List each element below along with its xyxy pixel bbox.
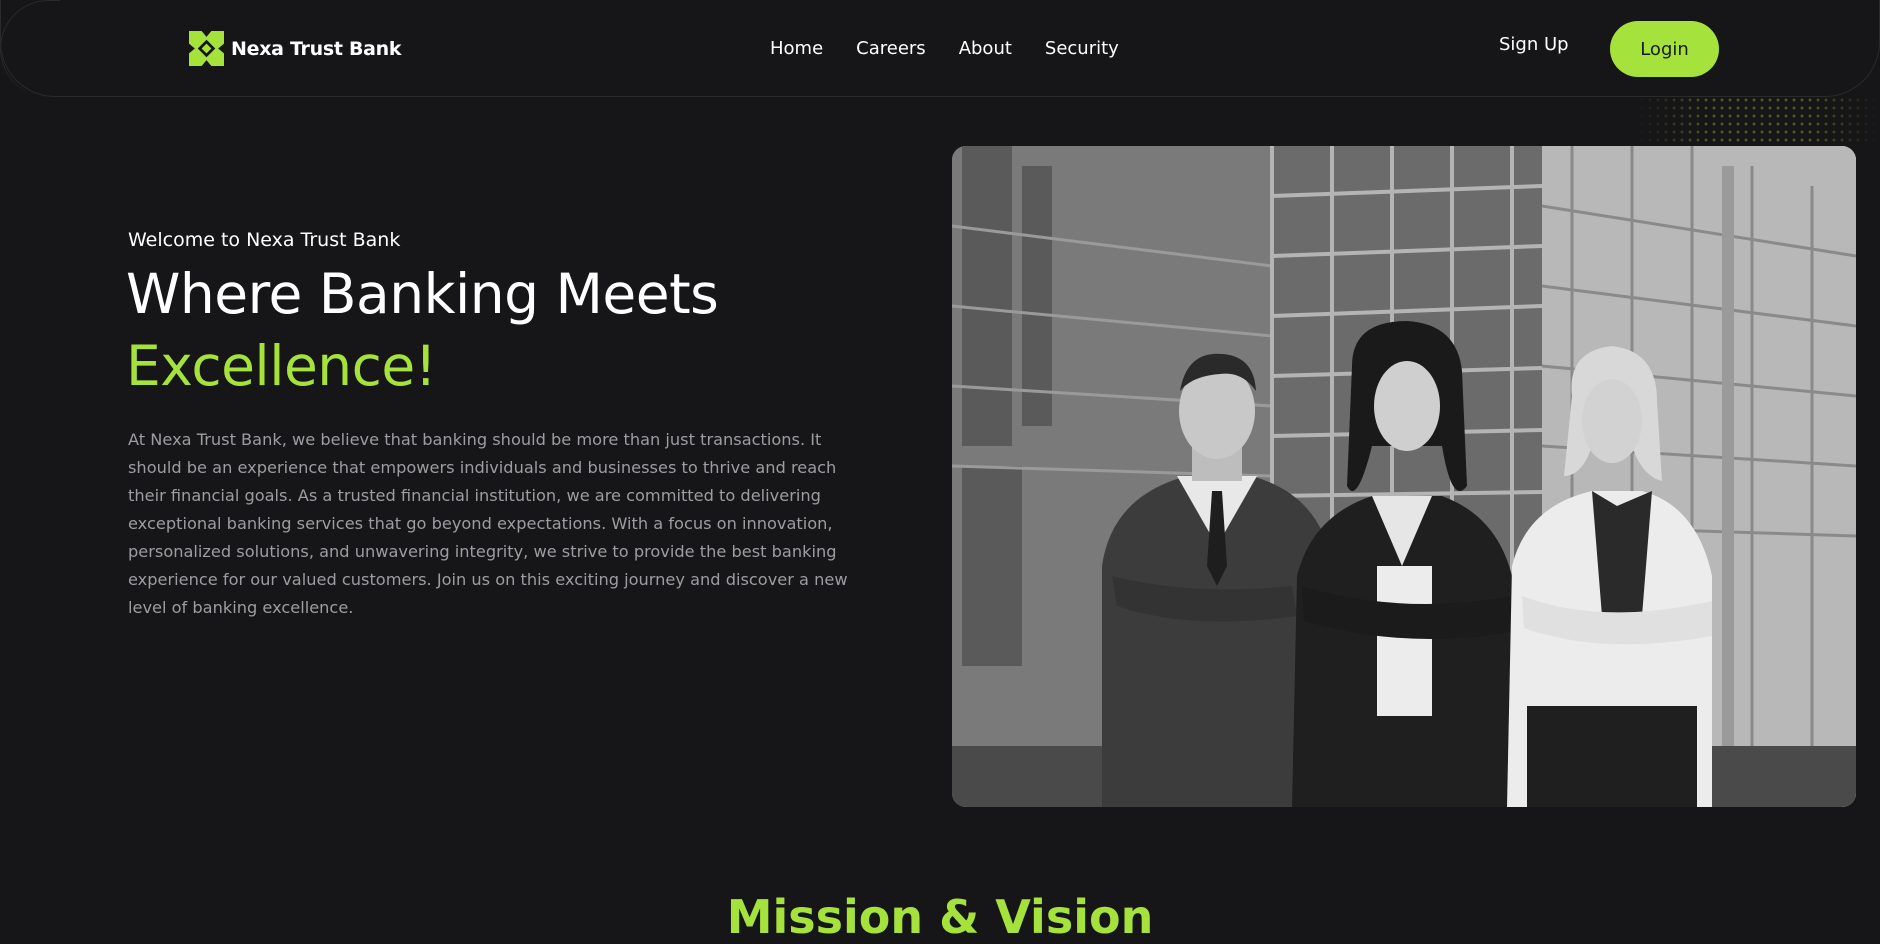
site-header: Nexa Trust Bank Home Careers About Secur… (0, 0, 1880, 97)
team-photo-illustration (952, 146, 1856, 807)
hero-welcome: Welcome to Nexa Trust Bank (128, 229, 401, 251)
brand-name: Nexa Trust Bank (231, 37, 402, 60)
brand-logo-link[interactable]: Nexa Trust Bank (189, 31, 402, 66)
hero-headline-line1: Where Banking Meets (126, 262, 719, 326)
login-button[interactable]: Login (1610, 21, 1719, 77)
hero-intro-paragraph: At Nexa Trust Bank, we believe that bank… (128, 430, 848, 617)
nav-item-home[interactable]: Home (770, 38, 823, 59)
nav-item-security[interactable]: Security (1045, 38, 1119, 59)
x-diamond-logo-icon (189, 31, 224, 66)
main-nav: Home Careers About Security (770, 38, 1152, 59)
hero-headline-line2: Excellence! (126, 334, 437, 398)
sign-up-link[interactable]: Sign Up (1499, 34, 1569, 55)
dot-pattern-decoration (1638, 96, 1880, 144)
hero-team-photo (952, 146, 1856, 807)
mission-vision-heading: Mission & Vision (726, 890, 1154, 944)
hero-headline: Where Banking Meets Excellence! (126, 258, 719, 402)
nav-item-about[interactable]: About (959, 38, 1012, 59)
nav-item-careers[interactable]: Careers (856, 38, 926, 59)
